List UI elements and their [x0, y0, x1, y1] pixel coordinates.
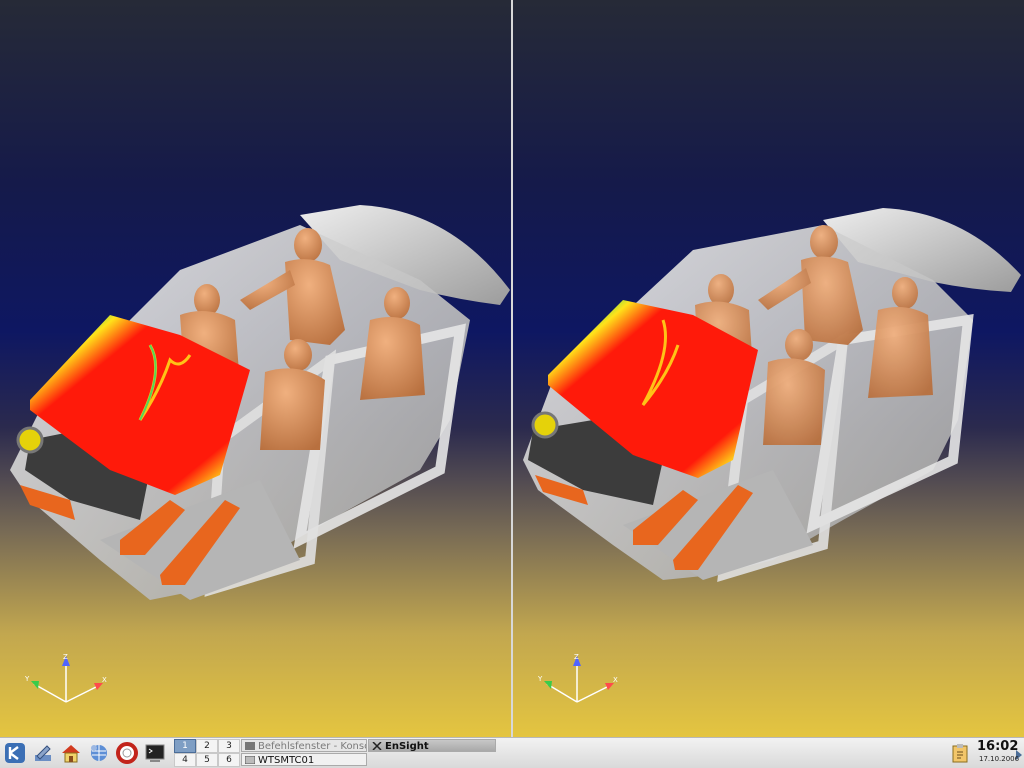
task-label: EnSight	[385, 741, 429, 752]
task-konsole[interactable]: Befehlsfenster - Konsole	[241, 739, 367, 752]
clock-time[interactable]: 16:02	[977, 739, 1018, 754]
task-wtsmtc01[interactable]: WTSMTC01	[241, 753, 367, 766]
settings-icon[interactable]	[31, 741, 55, 765]
axis-triad-left: Z Y X	[24, 653, 107, 703]
car-cabin-model-right: Z Y X	[523, 208, 1021, 703]
home-icon[interactable]	[59, 741, 83, 765]
task-label: WTSMTC01	[258, 755, 315, 766]
desktop-5[interactable]: 5	[196, 753, 218, 767]
axis-label-x: X	[613, 676, 618, 684]
x-window-icon	[372, 742, 382, 750]
desktop-1[interactable]: 1	[174, 739, 196, 753]
car-cabin-model-left: Z Y X	[10, 205, 510, 703]
desktop-6[interactable]: 6	[218, 753, 240, 767]
task-label: Befehlsfenster - Konsole	[258, 741, 366, 752]
kde-menu-icon[interactable]	[3, 741, 27, 765]
task-ensight[interactable]: EnSight	[368, 739, 496, 752]
help-icon[interactable]	[115, 741, 139, 765]
network-icon[interactable]	[87, 741, 111, 765]
axis-triad-right: Z Y X	[537, 653, 618, 703]
axis-label-y: Y	[24, 675, 30, 683]
kde-taskbar: 1 2 3 4 5 6 Befehlsfenster - Konsole EnS…	[0, 737, 1024, 768]
desktop-pager: 1 2 3 4 5 6	[174, 739, 240, 767]
ensight-viewports: Z Y X Z Y X	[0, 0, 1024, 737]
axis-label-z: Z	[63, 653, 68, 661]
viewport-right[interactable]: Z Y X	[513, 0, 1024, 737]
desktop-4[interactable]: 4	[174, 753, 196, 767]
desktop-2[interactable]: 2	[196, 739, 218, 753]
terminal-icon	[245, 742, 255, 750]
axis-label-y: Y	[537, 675, 543, 683]
axis-label-z: Z	[574, 653, 579, 661]
clock-date: 17.10.2006	[979, 755, 1020, 763]
desktop-3[interactable]: 3	[218, 739, 240, 753]
klipper-icon[interactable]	[950, 742, 970, 764]
terminal-icon[interactable]	[143, 741, 167, 765]
axis-label-x: X	[102, 676, 107, 684]
viewport-left[interactable]: Z Y X	[0, 0, 511, 737]
remote-desktop-icon	[245, 756, 255, 764]
